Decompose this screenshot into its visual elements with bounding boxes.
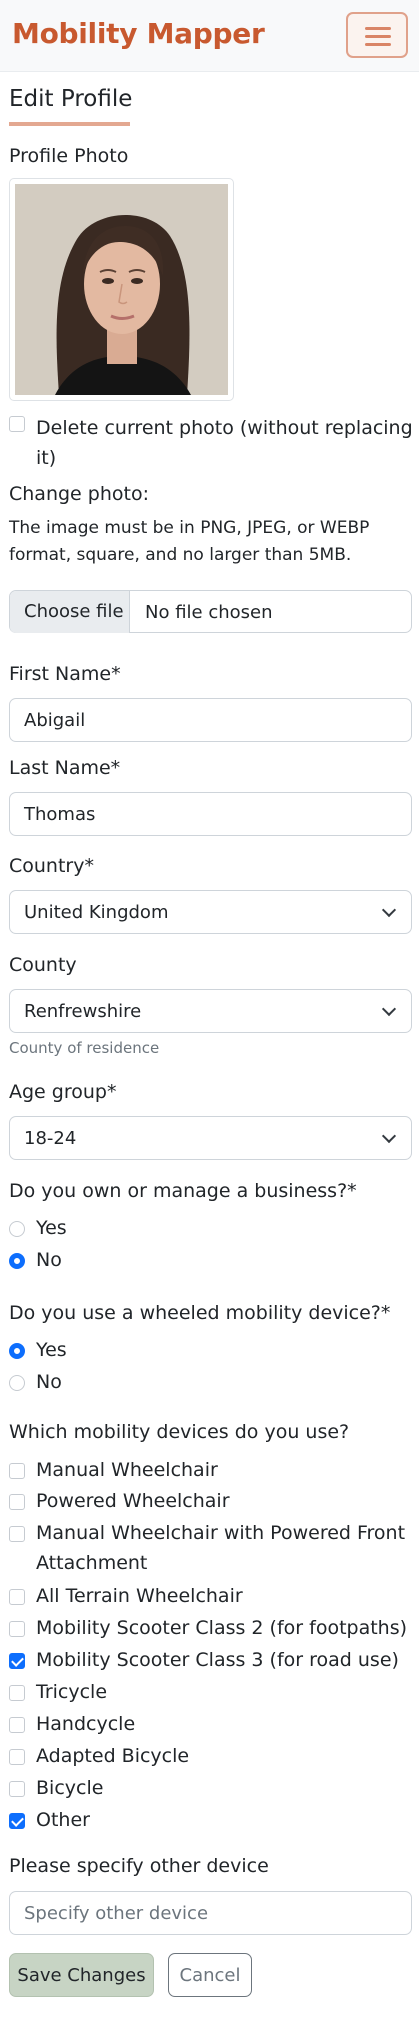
- device-checkbox[interactable]: [9, 1494, 25, 1510]
- business-no-radio[interactable]: [9, 1253, 25, 1269]
- cancel-button-label: Cancel: [179, 1965, 241, 1986]
- other-device-placeholder: Specify other device: [24, 1903, 209, 1924]
- business-no-label: No: [36, 1249, 62, 1271]
- country-value: United Kingdom: [24, 902, 169, 923]
- device-checkbox[interactable]: [9, 1717, 25, 1733]
- device-checkbox[interactable]: [9, 1653, 25, 1669]
- device-label: Handcycle: [36, 1713, 136, 1735]
- choose-file-button[interactable]: Choose file: [10, 591, 130, 633]
- wheeled-yes-label: Yes: [36, 1339, 67, 1361]
- device-label: Powered Wheelchair: [36, 1490, 230, 1512]
- page-title: Edit Profile: [9, 86, 133, 112]
- device-checkbox[interactable]: [9, 1813, 25, 1829]
- hamburger-icon: [365, 27, 391, 30]
- device-label: Manual Wheelchair with Powered Front: [36, 1522, 406, 1544]
- wheeled-no-radio[interactable]: [9, 1375, 25, 1391]
- county-select[interactable]: Renfrewshire: [9, 989, 412, 1033]
- change-photo-label: Change photo:: [9, 483, 149, 505]
- title-underline: [9, 122, 130, 126]
- wheeled-question: Do you use a wheeled mobility device?*: [9, 1302, 391, 1324]
- other-device-field[interactable]: Specify other device: [9, 1891, 412, 1935]
- photo-help-text: The image must be in PNG, JPEG, or WEBP …: [9, 518, 370, 565]
- device-checkbox[interactable]: [9, 1621, 25, 1637]
- wheeled-no-label: No: [36, 1371, 62, 1393]
- save-button[interactable]: Save Changes: [9, 1953, 154, 1997]
- photo-file-input[interactable]: Choose file No file chosen: [9, 590, 412, 633]
- wheeled-yes-radio[interactable]: [9, 1343, 25, 1359]
- device-label: Manual Wheelchair: [36, 1459, 218, 1481]
- device-label-continued: Attachment: [36, 1552, 148, 1574]
- hamburger-icon-bar: [365, 43, 391, 46]
- device-checkbox[interactable]: [9, 1589, 25, 1605]
- first-name-field[interactable]: Abigail: [9, 698, 412, 742]
- device-label: Mobility Scooter Class 3 (for road use): [36, 1649, 399, 1671]
- device-label: Bicycle: [36, 1777, 104, 1799]
- country-select[interactable]: United Kingdom: [9, 890, 412, 934]
- county-value: Renfrewshire: [24, 1001, 142, 1022]
- age-group-select[interactable]: 18-24: [9, 1116, 412, 1160]
- last-name-label: Last Name*: [9, 757, 121, 779]
- first-name-value: Abigail: [24, 710, 86, 731]
- first-name-label: First Name*: [9, 663, 121, 685]
- profile-photo-label: Profile Photo: [9, 145, 129, 167]
- county-label: County: [9, 954, 77, 976]
- chevron-down-icon: [381, 902, 397, 918]
- device-label: Other: [36, 1809, 90, 1831]
- delete-photo-label: Delete current photo (without replacing …: [36, 413, 416, 473]
- country-label: Country*: [9, 855, 94, 877]
- age-group-value: 18-24: [24, 1128, 77, 1149]
- save-button-label: Save Changes: [17, 1965, 146, 1986]
- device-checkbox[interactable]: [9, 1685, 25, 1701]
- device-checkbox[interactable]: [9, 1749, 25, 1765]
- hamburger-icon-bar: [365, 35, 391, 38]
- device-checkbox[interactable]: [9, 1526, 25, 1542]
- business-yes-label: Yes: [36, 1217, 67, 1239]
- navbar: Mobility Mapper: [0, 0, 419, 72]
- device-label: Mobility Scooter Class 2 (for footpaths): [36, 1617, 408, 1639]
- profile-photo-frame: [9, 178, 234, 401]
- device-checkbox[interactable]: [9, 1781, 25, 1797]
- last-name-field[interactable]: Thomas: [9, 792, 412, 836]
- device-label: Tricycle: [36, 1681, 108, 1703]
- other-device-label: Please specify other device: [9, 1855, 269, 1877]
- county-help-text: County of residence: [9, 1039, 160, 1057]
- chevron-down-icon: [381, 1001, 397, 1017]
- business-question: Do you own or manage a business?*: [9, 1180, 357, 1202]
- delete-photo-checkbox[interactable]: [9, 416, 25, 432]
- device-label: All Terrain Wheelchair: [36, 1585, 243, 1607]
- business-yes-radio[interactable]: [9, 1221, 25, 1237]
- profile-photo-image: [15, 184, 228, 395]
- device-checkbox[interactable]: [9, 1463, 25, 1479]
- delete-photo-text: Delete current photo (without replacing …: [36, 417, 413, 469]
- choose-file-label: Choose file: [24, 601, 124, 622]
- menu-toggle-button[interactable]: [346, 12, 408, 58]
- profile-photo: [15, 184, 228, 395]
- devices-question: Which mobility devices do you use?: [9, 1421, 350, 1443]
- brand-logo[interactable]: Mobility Mapper: [12, 17, 265, 50]
- last-name-value: Thomas: [24, 804, 96, 825]
- age-group-label: Age group*: [9, 1081, 117, 1103]
- cancel-button[interactable]: Cancel: [168, 1953, 252, 1997]
- file-status: No file chosen: [145, 602, 273, 623]
- chevron-down-icon: [381, 1128, 397, 1144]
- device-label: Adapted Bicycle: [36, 1745, 190, 1767]
